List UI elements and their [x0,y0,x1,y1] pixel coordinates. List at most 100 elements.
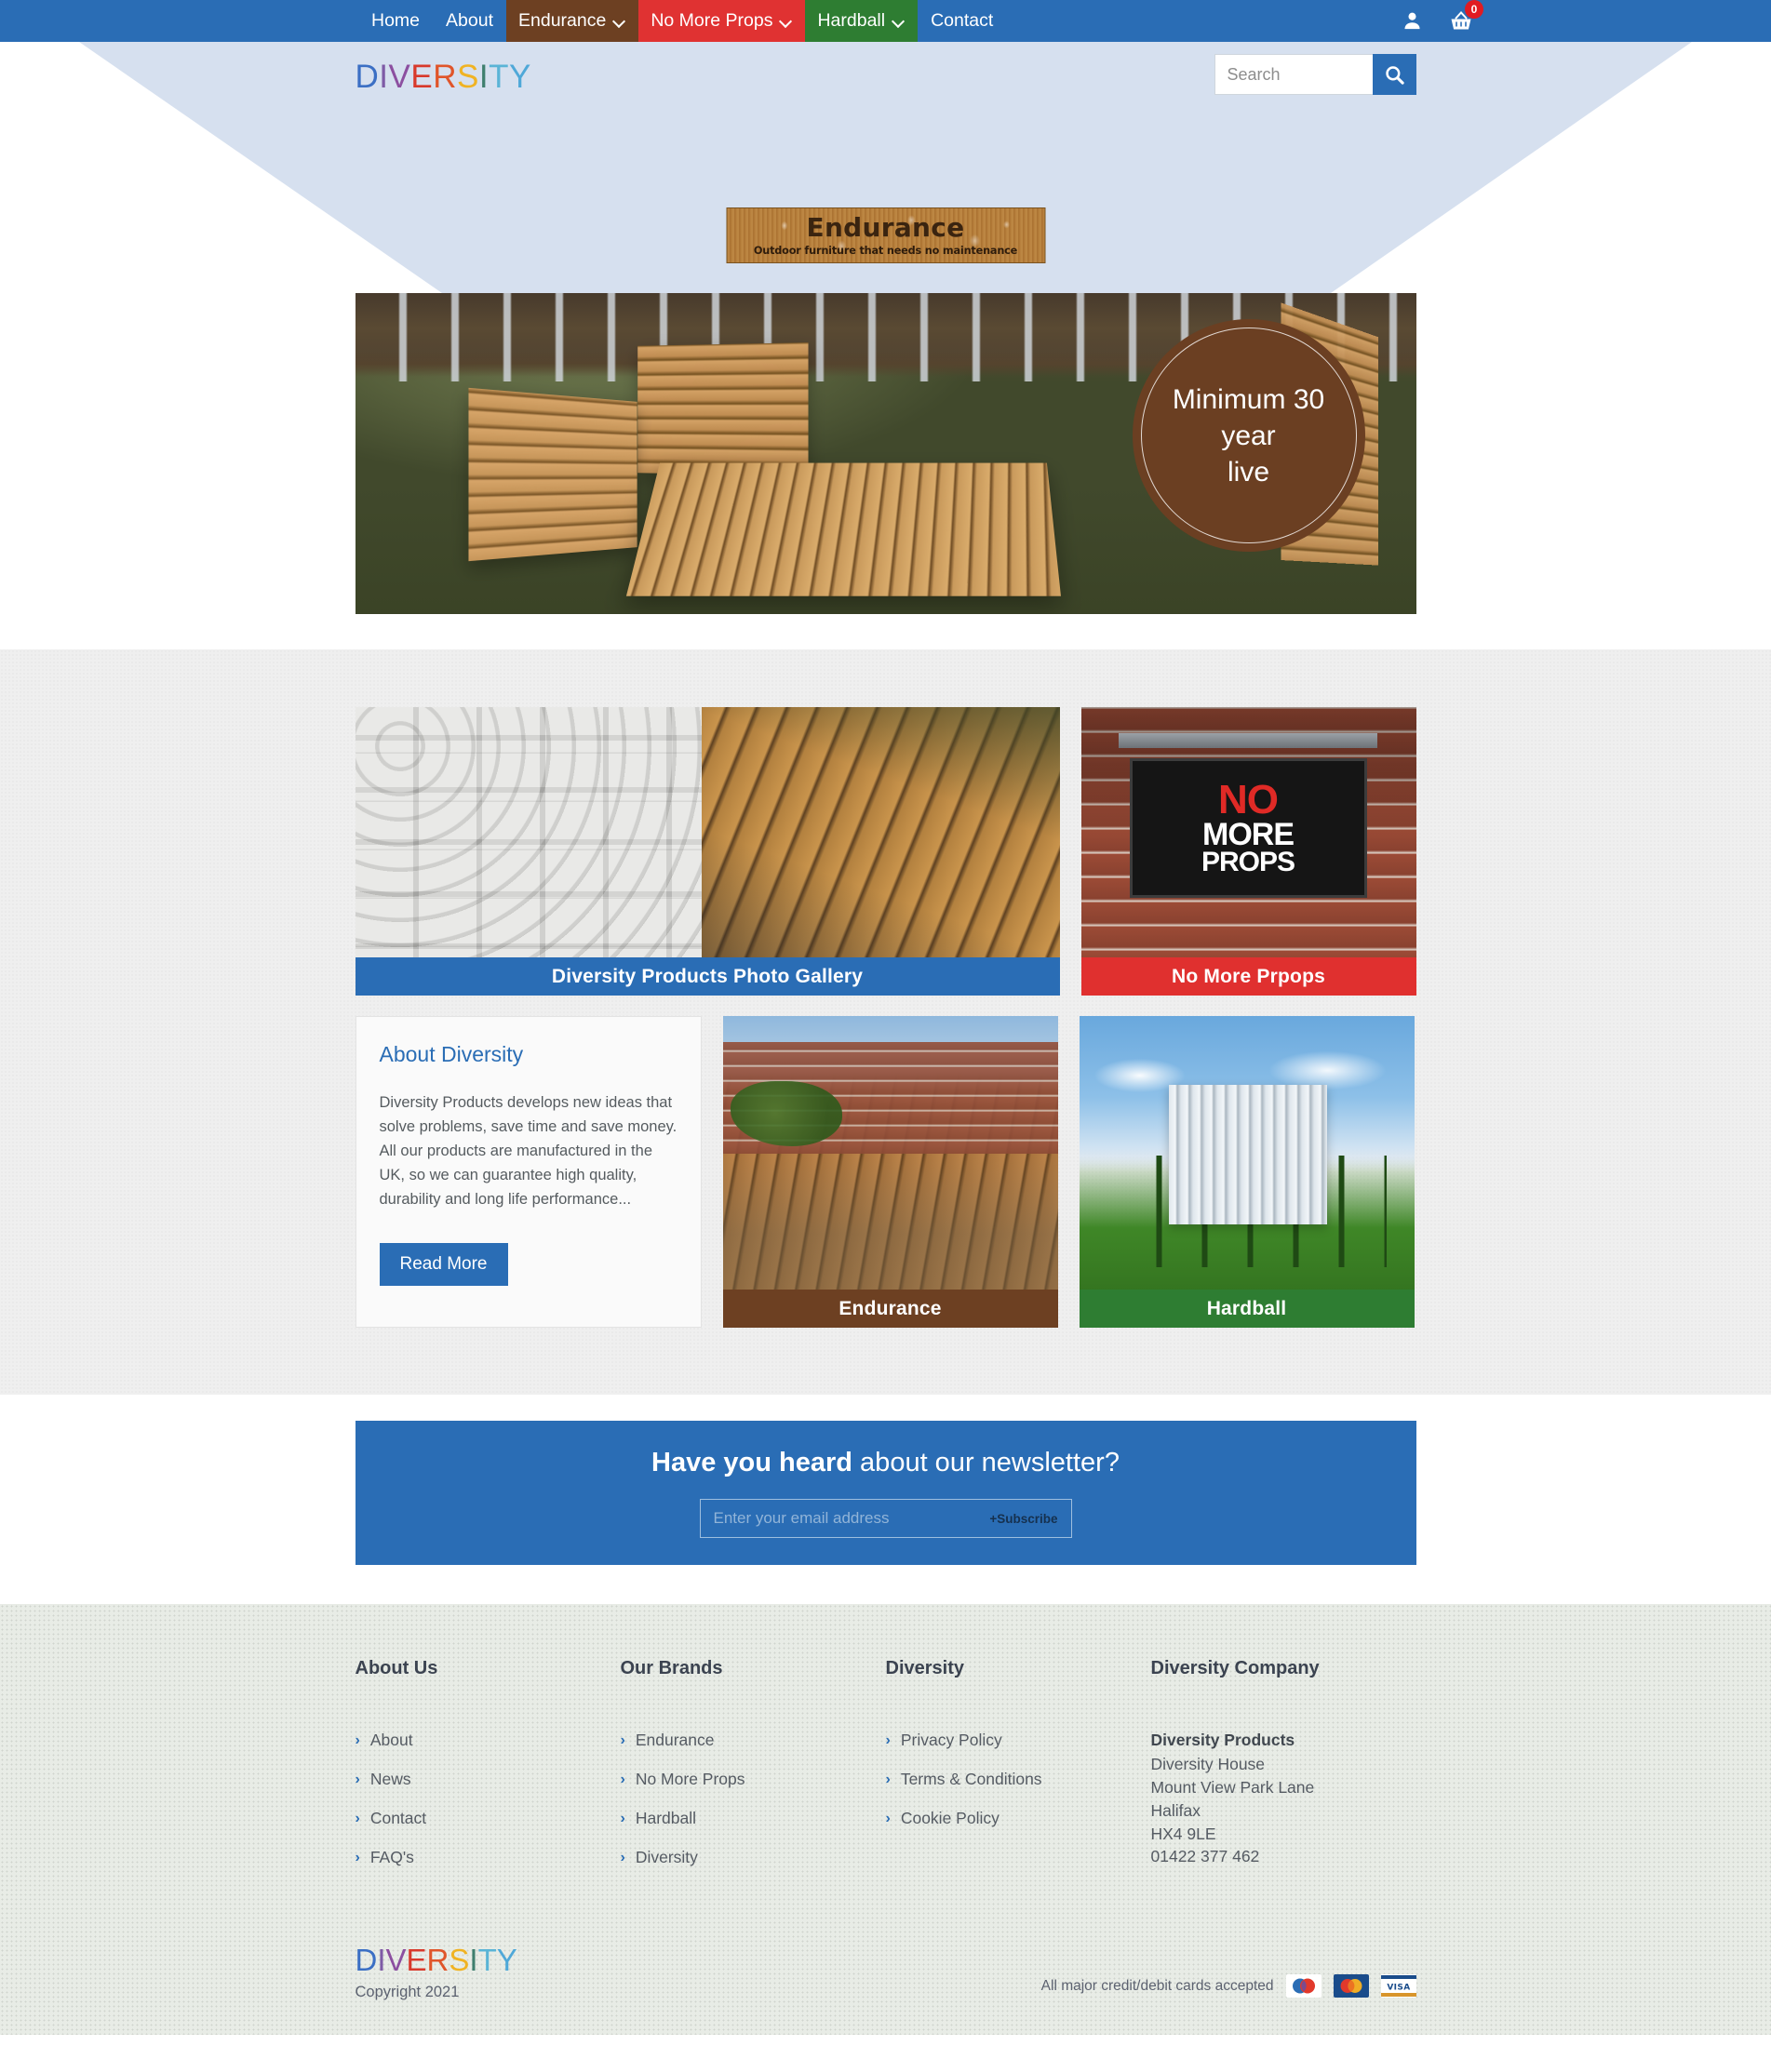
nav-item-label: About [446,9,493,31]
about-body-text: Diversity Products develops new ideas th… [379,1094,678,1209]
footer-link-about[interactable]: › About [356,1731,621,1750]
card-no-more-props[interactable]: NO MORE PROPS No More Prpops [1080,707,1416,996]
logo-letter: I [379,59,389,95]
logo-letter: R [426,1943,449,1977]
footer-bottom-bar: DIVERSITY Copyright 2021 All major credi… [356,1945,1416,2035]
nav-item-about[interactable]: About [433,0,506,42]
newsletter-subscribe-button[interactable]: +Subscribe [989,1512,1057,1526]
nav-item-endurance[interactable]: Endurance [506,0,639,42]
chevron-right-icon: › [885,1771,891,1787]
footer-link-terms-conditions[interactable]: › Terms & Conditions [886,1770,1151,1789]
endurance-banner-tagline: Outdoor furniture that needs no maintena… [753,244,1018,257]
account-icon[interactable] [1402,10,1423,32]
search-input[interactable] [1214,54,1373,95]
site-logo[interactable]: DIVERSITY [356,59,531,96]
footer-link-news[interactable]: › News [356,1770,621,1789]
logo-letter: I [377,1943,386,1977]
nav-item-label: Contact [931,9,994,31]
chevron-down-icon [781,15,793,27]
payment-accepted-text: All major credit/debit cards accepted [1040,1977,1274,1994]
logo-letter: E [406,1943,427,1977]
footer-link-label: News [369,1770,411,1788]
main-navigation: Home About Endurance No More Props Hardball C… [0,0,1771,42]
card-about-diversity: About Diversity Diversity Products devel… [355,1016,702,1328]
nav-item-home[interactable]: Home [358,0,433,42]
hero-badge-line1: Minimum 30 year [1172,383,1325,451]
chevron-right-icon: › [620,1771,625,1787]
gallery-image-left [355,707,702,996]
footer-link-contact[interactable]: › Contact [356,1809,621,1828]
nav-links: Home About Endurance No More Props Hardball C… [358,0,1006,42]
footer-column-diversity: Diversity › Privacy Policy › Terms & Conditi… [886,1658,1151,1887]
card-photo-gallery-caption: Diversity Products Photo Gallery [355,957,1060,996]
hero-chair-front [467,387,637,562]
footer-column-title: About Us [355,1658,438,1678]
footer-link-hardball[interactable]: › Hardball [621,1809,886,1828]
gallery-image-right [701,707,1060,996]
cart-count-badge: 0 [1465,0,1483,19]
footer-column-title: Diversity Company [1150,1658,1320,1678]
logo-letter: V [388,59,411,95]
site-header: DIVERSITY Endurance Outdoor furniture th… [0,42,1771,293]
chevron-right-icon: › [620,1849,625,1865]
company-address-line: 01422 377 462 [1150,1847,1260,1866]
newsletter-section: Have you heard about our newsletter? +Su… [0,1395,1771,1604]
footer-columns: About Us › About › News › Contact › FAQ's Our Bra… [356,1658,1416,1887]
footer-link-endurance[interactable]: › Endurance [621,1731,886,1750]
logo-letter: I [478,59,490,95]
newsletter-title: Have you heard about our newsletter? [651,1448,1120,1478]
footer-link-label: Hardball [635,1809,697,1827]
nav-item-hardball[interactable]: Hardball [805,0,919,42]
search-icon [1384,64,1405,86]
company-address-line: Diversity House [1150,1755,1266,1773]
card-hardball[interactable]: Hardball [1079,1016,1415,1328]
chevron-down-icon [614,15,626,27]
footer-link-no-more-props[interactable]: › No More Props [621,1770,886,1789]
hero-image: Minimum 30 year live [355,293,1416,614]
hero-chair-back [637,342,809,476]
hardball-image-fence [1168,1085,1327,1224]
card-endurance[interactable]: Endurance [722,1016,1058,1328]
hero-badge-line2: live [1227,456,1269,488]
chevron-right-icon: › [355,1849,360,1865]
footer-link-label: Cookie Policy [900,1809,1000,1827]
nav-item-label: Home [371,9,421,31]
nav-item-contact[interactable]: Contact [918,0,1006,42]
hero-badge[interactable]: Minimum 30 year live [1132,319,1365,552]
sign-line-2: MORE [1202,816,1295,852]
chevron-down-icon [893,15,906,27]
footer-link-cookie-policy[interactable]: › Cookie Policy [886,1809,1151,1828]
footer-link-label: No More Props [635,1770,745,1788]
read-more-button[interactable]: Read More [379,1243,508,1287]
footer-column-about-us: About Us › About › News › Contact › FAQ's [356,1658,621,1887]
feature-cards-row-2: About Diversity Diversity Products devel… [355,1016,1416,1328]
footer-link-diversity[interactable]: › Diversity [621,1848,886,1867]
about-title: About Diversity [379,1042,524,1066]
company-address-line: Halifax [1150,1800,1201,1820]
search-button[interactable] [1372,54,1416,95]
logo-letter: S [457,59,479,95]
no-more-props-sign: NO MORE PROPS [1129,758,1367,898]
footer-link-label: Privacy Policy [900,1731,1002,1749]
footer-link-label: FAQ's [369,1848,414,1866]
hero-table [625,462,1061,596]
chevron-right-icon: › [885,1731,891,1748]
card-no-more-props-caption: No More Prpops [1080,957,1416,996]
footer-link-faq-s[interactable]: › FAQ's [356,1848,621,1867]
footer-column-our-brands: Our Brands › Endurance › No More Props › Hardb… [621,1658,886,1887]
card-photo-gallery[interactable]: Diversity Products Photo Gallery [355,707,1060,996]
sign-line-1: NO [1218,776,1279,822]
footer-link-label: Terms & Conditions [900,1770,1042,1788]
chevron-right-icon: › [620,1731,625,1748]
newsletter-email-input[interactable] [713,1509,990,1528]
chevron-right-icon: › [620,1810,625,1826]
cart-icon[interactable]: 0 [1449,0,1483,33]
company-address-line: HX4 9LE [1150,1824,1216,1843]
endurance-brand-banner[interactable]: Endurance Outdoor furniture that needs n… [726,207,1045,263]
footer-logo[interactable]: DIVERSITY [356,1945,517,1975]
newsletter-title-bold: Have you heard [651,1448,852,1477]
nav-item-no-more-props[interactable]: No More Props [638,0,806,42]
footer-link-privacy-policy[interactable]: › Privacy Policy [886,1731,1151,1750]
newsletter-panel: Have you heard about our newsletter? +Su… [355,1421,1416,1565]
mastercard-card-icon [1333,1974,1369,1998]
